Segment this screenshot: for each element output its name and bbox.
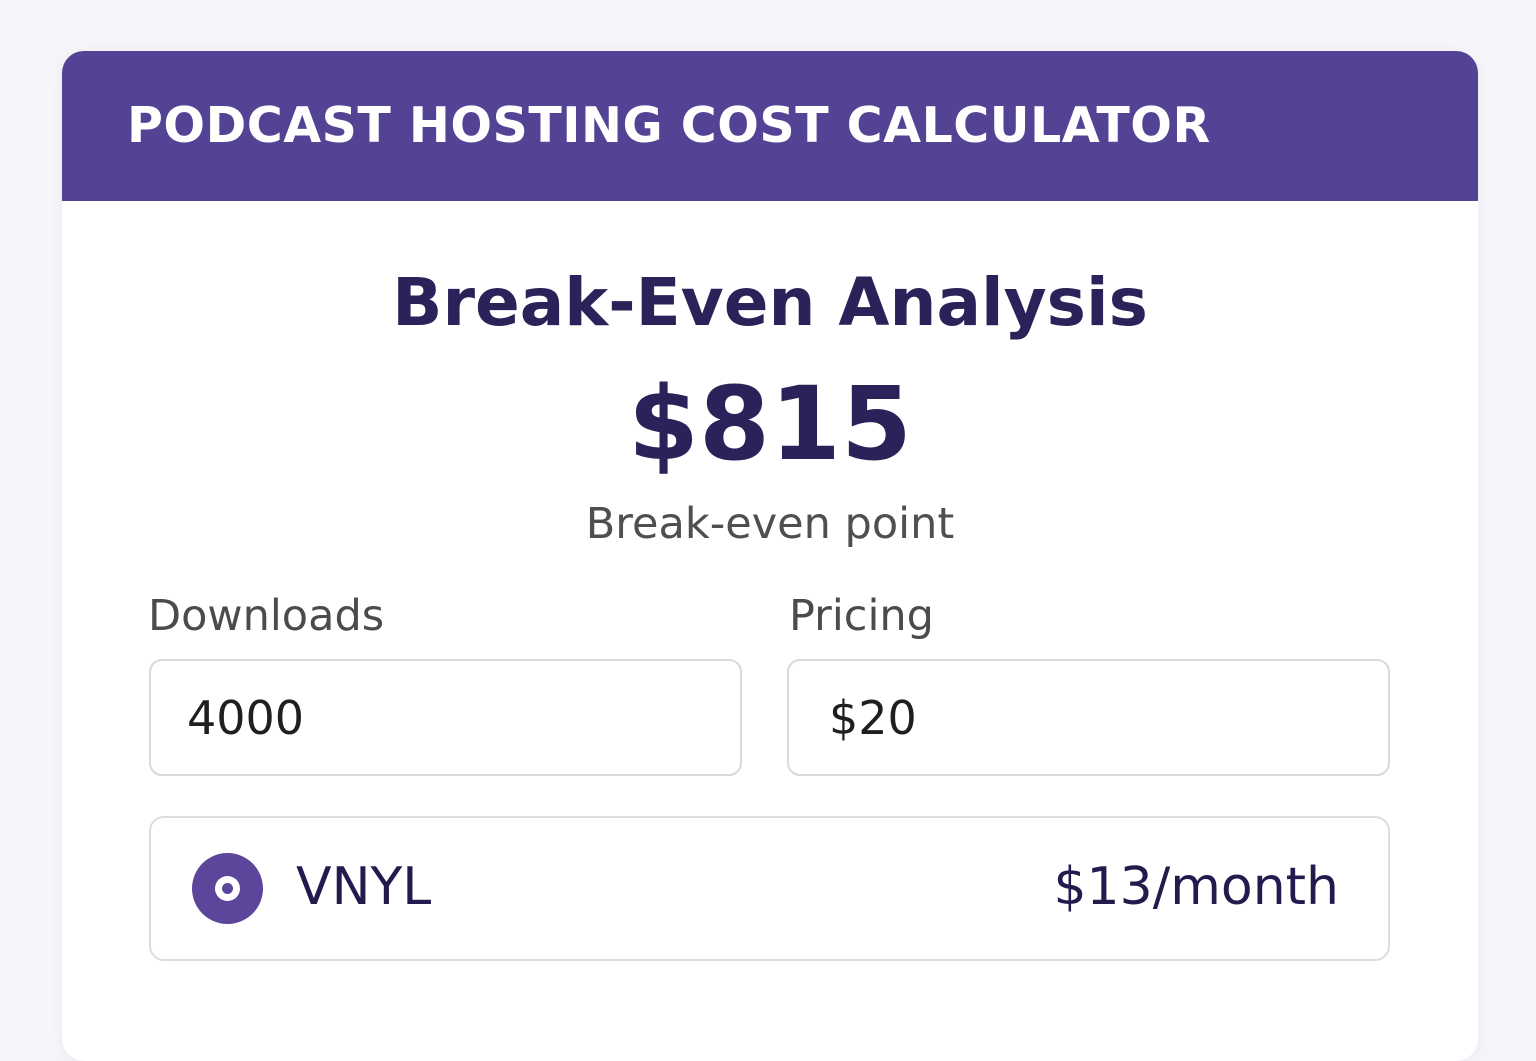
- card-header: PODCAST HOSTING COST CALCULATOR: [62, 51, 1478, 201]
- downloads-input[interactable]: [149, 659, 742, 776]
- break-even-caption: Break-even point: [585, 499, 955, 549]
- plan-name: VNYL: [296, 857, 432, 917]
- radio-selected-icon[interactable]: [192, 853, 263, 924]
- section-title: Break-Even Analysis: [392, 264, 1148, 341]
- pricing-label: Pricing: [789, 591, 934, 641]
- plan-option-vnyl[interactable]: VNYL $13/month: [149, 816, 1390, 961]
- calculator-card: PODCAST HOSTING COST CALCULATOR Break-Ev…: [62, 51, 1478, 1061]
- downloads-label: Downloads: [148, 591, 385, 641]
- radio-dot: [222, 883, 233, 894]
- page-title: PODCAST HOSTING COST CALCULATOR: [127, 97, 1211, 154]
- radio-inner-ring: [215, 876, 240, 901]
- pricing-input[interactable]: [787, 659, 1390, 776]
- break-even-value: $815: [628, 365, 912, 484]
- plan-price: $13/month: [1053, 857, 1339, 917]
